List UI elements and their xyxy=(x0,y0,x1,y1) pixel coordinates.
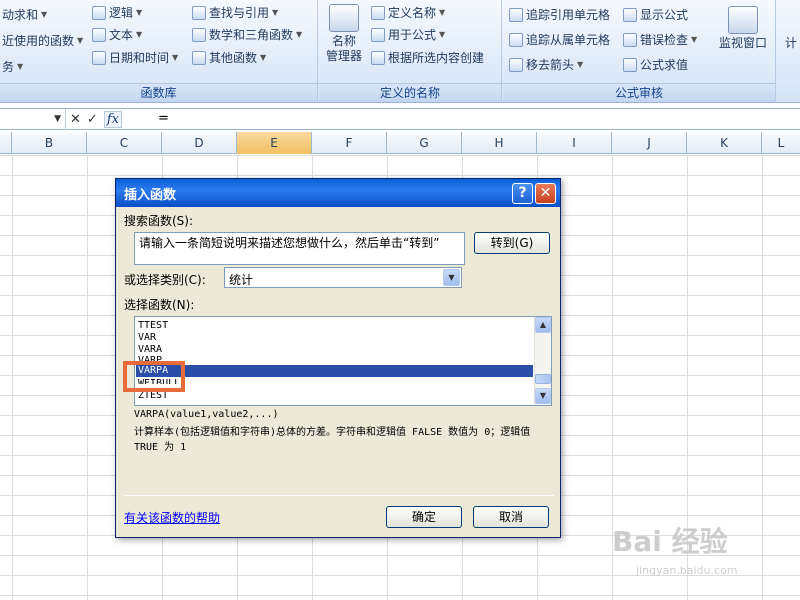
calendar-icon xyxy=(92,50,106,65)
math-trig-button[interactable]: 数学和三角函数 ▼ xyxy=(192,26,302,43)
category-select[interactable]: 统计 ▼ xyxy=(224,267,462,288)
category-value: 统计 xyxy=(229,273,254,287)
ok-button[interactable]: 确定 xyxy=(386,506,462,528)
trace-dependents-button[interactable]: 追踪从属单元格 xyxy=(509,31,610,48)
financial-button[interactable]: 务 ▼ xyxy=(2,58,23,75)
error-checking-button[interactable]: 错误检查 ▼ xyxy=(623,31,697,48)
divider xyxy=(124,495,554,496)
group-label-function-library: 函数库 xyxy=(0,83,317,102)
column-header-k[interactable]: K xyxy=(687,132,762,154)
column-header-b[interactable]: B xyxy=(12,132,87,154)
recently-used-button[interactable]: 近使用的函数 ▼ xyxy=(2,32,83,49)
use-in-formula-icon xyxy=(371,27,385,42)
more-functions-icon xyxy=(192,50,206,65)
enter-icon[interactable]: ✓ xyxy=(87,112,98,127)
list-item[interactable]: VAR xyxy=(138,332,156,344)
search-input[interactable]: 请输入一条简短说明来描述您想做什么，然后单击“转到” xyxy=(134,232,465,265)
list-item[interactable]: TTEST xyxy=(138,320,168,332)
formula-input[interactable]: = xyxy=(158,111,169,126)
close-button[interactable]: ✕ xyxy=(535,183,556,204)
column-header-d[interactable]: D xyxy=(162,132,237,154)
logical-icon xyxy=(92,5,106,20)
define-name-icon xyxy=(371,5,385,20)
function-syntax: VARPA(value1,value2,...) xyxy=(134,409,279,420)
formula-bar: ▼ ✕ ✓ fx = xyxy=(0,108,800,130)
create-from-selection-icon xyxy=(371,50,385,65)
annotation-highlight-box xyxy=(123,361,185,392)
column-header-h[interactable]: H xyxy=(462,132,537,154)
trace-precedents-icon xyxy=(509,7,523,22)
math-icon xyxy=(192,27,206,42)
column-header-f[interactable]: F xyxy=(312,132,387,154)
define-name-button[interactable]: 定义名称 ▼ xyxy=(371,4,445,21)
evaluate-formula-icon xyxy=(623,57,637,72)
scrollbar-thumb[interactable] xyxy=(535,374,551,384)
more-functions-button[interactable]: 其他函数 ▼ xyxy=(192,49,266,66)
remove-arrows-icon xyxy=(509,57,523,72)
lookup-reference-button[interactable]: 查找与引用 ▼ xyxy=(192,4,278,21)
name-box[interactable]: ▼ xyxy=(0,109,66,130)
watermark-logo: Bai 经验 xyxy=(612,525,728,558)
chevron-down-icon[interactable]: ▼ xyxy=(443,269,460,286)
lookup-icon xyxy=(192,5,206,20)
remove-arrows-button[interactable]: 移去箭头 ▼ xyxy=(509,56,583,73)
dialog-title: 插入函数 xyxy=(124,188,177,203)
help-button[interactable]: ? xyxy=(512,183,533,204)
category-label: 或选择类别(C): xyxy=(124,273,206,287)
list-item-selected[interactable]: VARPA xyxy=(136,365,533,377)
use-in-formula-button[interactable]: 用于公式 ▼ xyxy=(371,26,445,43)
cancel-icon[interactable]: ✕ xyxy=(70,112,81,127)
ribbon-group-formula-auditing: 追踪引用单元格 显示公式 追踪从属单元格 错误检查 ▼ 移去箭头 ▼ 公式求值 监视… xyxy=(503,0,776,103)
date-time-button[interactable]: 日期和时间 ▼ xyxy=(92,49,178,66)
ribbon: 动求和 ▼ 逻辑 ▼ 查找与引用 ▼ 近使用的函数 ▼ 文本 ▼ 数学和三角函数 ▼ 务 ▼ … xyxy=(0,0,800,103)
function-list[interactable]: TTEST VAR VARA VARP VARPA WEIBULL ZTEST … xyxy=(134,316,552,406)
text-icon xyxy=(92,27,106,42)
function-list-scrollbar[interactable]: ▲ ▼ xyxy=(534,317,551,405)
error-checking-icon xyxy=(623,32,637,47)
evaluate-formula-button[interactable]: 公式求值 xyxy=(623,56,688,73)
column-header-i[interactable]: I xyxy=(537,132,612,154)
help-link[interactable]: 有关该函数的帮助 xyxy=(124,509,220,526)
column-header: B C D E F G H I J K L xyxy=(0,132,800,154)
function-label: 选择函数(N): xyxy=(124,298,195,312)
dialog-titlebar[interactable]: 插入函数 ? ✕ xyxy=(116,179,560,207)
insert-function-dialog: 插入函数 ? ✕ 搜索函数(S): 请输入一条简短说明来描述您想做什么，然后单击… xyxy=(115,178,561,538)
watch-window-icon xyxy=(728,6,758,34)
autosum-button[interactable]: 动求和 ▼ xyxy=(2,6,47,23)
name-manager-icon xyxy=(329,4,359,32)
show-formulas-button[interactable]: 显示公式 xyxy=(623,6,688,23)
name-manager-button[interactable]: 名称 管理器 xyxy=(324,4,364,64)
ribbon-group-defined-names: 名称 管理器 定义名称 ▼ 用于公式 ▼ 根据所选内容创建 定义的名称 xyxy=(319,0,502,103)
ribbon-group-function-library: 动求和 ▼ 逻辑 ▼ 查找与引用 ▼ 近使用的函数 ▼ 文本 ▼ 数学和三角函数 ▼ 务 ▼ … xyxy=(0,0,318,103)
group-label-defined-names: 定义的名称 xyxy=(319,83,501,102)
cancel-button[interactable]: 取消 xyxy=(473,506,549,528)
go-button[interactable]: 转到(G) xyxy=(474,232,550,254)
column-header-e[interactable]: E xyxy=(237,132,312,154)
trace-dependents-icon xyxy=(509,32,523,47)
column-header-l[interactable]: L xyxy=(762,132,800,154)
chevron-down-icon[interactable]: ▼ xyxy=(535,388,551,404)
chevron-down-icon: ▼ xyxy=(54,114,61,124)
chevron-up-icon[interactable]: ▲ xyxy=(535,317,551,333)
group-label-formula-auditing: 公式审核 xyxy=(503,83,775,102)
watermark-url: jingyan.baidu.com xyxy=(636,564,738,577)
trace-precedents-button[interactable]: 追踪引用单元格 xyxy=(509,6,610,23)
function-description: 计算样本(包括逻辑值和字符串)总体的方差。字符串和逻辑值 FALSE 数值为 0… xyxy=(134,427,531,453)
logical-button[interactable]: 逻辑 ▼ xyxy=(92,4,142,21)
create-from-selection-button[interactable]: 根据所选内容创建 xyxy=(371,49,484,66)
calculation-button[interactable]: 计 xyxy=(781,36,800,51)
column-header-j[interactable]: J xyxy=(612,132,687,154)
show-formulas-icon xyxy=(623,7,637,22)
column-header-g[interactable]: G xyxy=(387,132,462,154)
column-header-c[interactable]: C xyxy=(87,132,162,154)
search-label: 搜索函数(S): xyxy=(124,214,194,228)
text-button[interactable]: 文本 ▼ xyxy=(92,26,142,43)
watch-window-button[interactable]: 监视窗口 xyxy=(713,6,773,51)
insert-function-icon[interactable]: fx xyxy=(103,111,122,128)
